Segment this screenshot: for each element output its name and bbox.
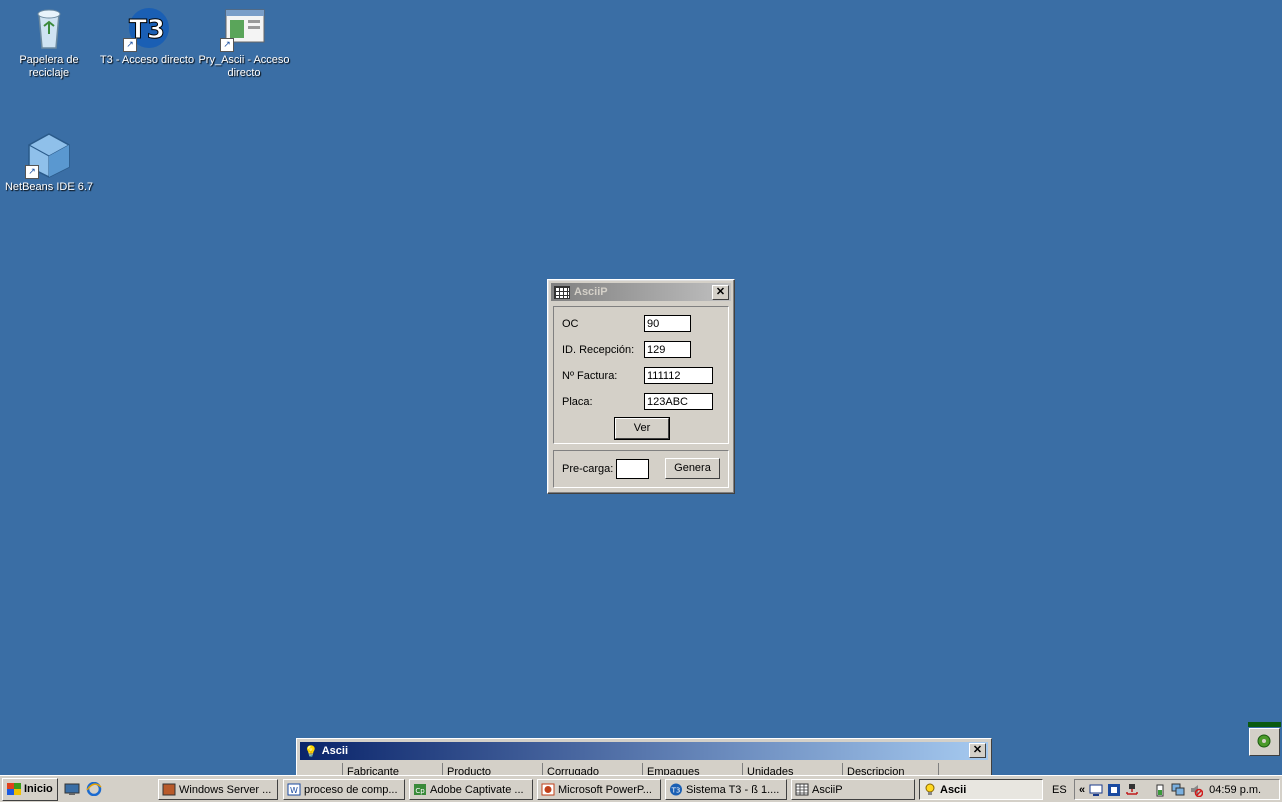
id-recepcion-input[interactable]: 129 — [644, 341, 691, 358]
t3-app-icon: T3 — [670, 783, 682, 796]
placa-input[interactable]: 123ABC — [644, 393, 713, 410]
task-sistema-t3[interactable]: T3 Sistema T3 - ß 1.... — [665, 779, 787, 800]
task-label: Ascii — [940, 783, 967, 796]
task-proceso[interactable]: W proceso de comp... — [283, 779, 405, 800]
oc-input[interactable]: 90 — [644, 315, 691, 332]
field-row-factura: Nº Factura: 111112 — [562, 367, 713, 384]
svg-text:Cp: Cp — [415, 787, 425, 795]
desktop-icon-t3[interactable]: T3 ↗ T3 - Acceso directo — [99, 4, 195, 67]
ascii-title: Ascii — [321, 745, 348, 757]
oc-label: OC — [562, 317, 579, 330]
asciip-dialog: AsciiP ✕ OC 90 ID. Recepción: 129 Nº Fac… — [547, 279, 735, 494]
recycle-bin-icon — [25, 4, 73, 52]
network-connections-icon[interactable] — [1171, 783, 1185, 797]
battery-icon[interactable] — [1153, 783, 1167, 797]
windows-logo-icon — [7, 783, 21, 795]
id-recepcion-label: ID. Recepción: — [562, 343, 635, 356]
precarga-input[interactable] — [616, 459, 650, 479]
netbeans-icon: ↗ — [25, 131, 73, 179]
clock[interactable]: 04:59 p.m. — [1209, 784, 1261, 796]
task-label: AsciiP — [812, 783, 843, 796]
svg-text:W: W — [290, 786, 298, 795]
ascii-titlebar[interactable]: 💡 Ascii ✕ — [300, 742, 988, 760]
desktop-icon-label: Pry_Ascii - Acceso directo — [198, 54, 290, 79]
task-label: Adobe Captivate ... — [430, 783, 524, 796]
desktop-icon-netbeans[interactable]: ↗ NetBeans IDE 6.7 — [1, 131, 97, 194]
table-icon — [795, 783, 809, 796]
precarga-panel: Pre-carga: Genera — [553, 450, 729, 488]
tray-expand-icon[interactable]: « — [1079, 784, 1085, 796]
task-label: proceso de comp... — [304, 783, 398, 796]
widget-bar — [1248, 722, 1281, 727]
monitor-icon[interactable] — [1089, 783, 1103, 797]
ascii-window: 💡 Ascii ✕ Fabricante Producto Corrugado … — [296, 738, 992, 780]
start-label: Inicio — [24, 783, 53, 795]
language-indicator[interactable]: ES — [1052, 784, 1067, 796]
task-captivate[interactable]: Cp Adobe Captivate ... — [409, 779, 533, 800]
word-doc-icon: W — [287, 783, 301, 796]
task-label: Sistema T3 - ß 1.... — [686, 783, 780, 796]
task-asciip[interactable]: AsciiP — [791, 779, 915, 800]
network-icon[interactable] — [1125, 783, 1139, 797]
taskbar: Inicio Windows Server ... W proceso de c… — [0, 775, 1282, 802]
lightbulb-icon — [925, 783, 935, 795]
powerpoint-icon — [541, 783, 555, 796]
field-row-oc: OC 90 — [562, 315, 691, 332]
window-app-icon: ↗ — [220, 4, 268, 52]
task-label: Windows Server ... — [179, 783, 272, 796]
desktop-icon-pry-ascii[interactable]: ↗ Pry_Ascii - Acceso directo — [196, 4, 292, 80]
desktop-icon-label: Papelera de reciclaje — [19, 54, 79, 79]
dialog-titlebar[interactable]: AsciiP ✕ — [551, 283, 731, 301]
desktop-icon-label: NetBeans IDE 6.7 — [4, 181, 94, 193]
captivate-icon: Cp — [414, 784, 426, 795]
close-button[interactable]: ✕ — [712, 285, 729, 300]
fields-panel: OC 90 ID. Recepción: 129 Nº Factura: 111… — [553, 306, 729, 444]
field-row-placa: Placa: 123ABC — [562, 393, 713, 410]
precarga-label: Pre-carga: — [562, 463, 614, 475]
shortcut-arrow-icon: ↗ — [220, 38, 234, 52]
side-widget[interactable] — [1248, 722, 1281, 756]
precarga-row: Pre-carga: — [562, 459, 650, 479]
shortcut-arrow-icon: ↗ — [123, 38, 137, 52]
task-powerpoint[interactable]: Microsoft PowerP... — [537, 779, 661, 800]
desktop-icon-label: T3 - Acceso directo — [99, 54, 195, 66]
ascii-close-button[interactable]: ✕ — [969, 743, 986, 758]
factura-input[interactable]: 111112 — [644, 367, 713, 384]
genera-button[interactable]: Genera — [665, 458, 720, 479]
svg-text:T3: T3 — [671, 787, 681, 795]
desktop-icon-recycle-bin[interactable]: Papelera de reciclaje — [1, 4, 97, 80]
server-icon — [162, 783, 176, 796]
dialog-title: AsciiP — [574, 286, 608, 298]
show-desktop-icon[interactable] — [64, 782, 80, 796]
factura-label: Nº Factura: — [562, 369, 618, 382]
volume-muted-icon[interactable] — [1189, 783, 1204, 797]
ver-button[interactable]: Ver — [614, 417, 670, 440]
quick-launch — [64, 782, 102, 796]
vmware-icon[interactable] — [1107, 783, 1121, 797]
table-icon — [554, 285, 570, 299]
internet-explorer-icon[interactable] — [86, 782, 102, 796]
gear-icon — [1257, 734, 1271, 748]
start-button[interactable]: Inicio — [2, 777, 58, 801]
task-label: Microsoft PowerP... — [558, 783, 652, 796]
t3-app-icon: T3 ↗ — [123, 4, 171, 52]
placa-label: Placa: — [562, 395, 593, 408]
field-row-id-recepcion: ID. Recepción: 129 — [562, 341, 691, 358]
system-tray: « 04:59 p.m. — [1074, 779, 1280, 800]
lightbulb-icon: 💡 — [304, 745, 318, 758]
task-ascii[interactable]: Ascii — [919, 779, 1043, 800]
shortcut-arrow-icon: ↗ — [25, 165, 39, 179]
task-windows-server[interactable]: Windows Server ... — [158, 779, 278, 800]
